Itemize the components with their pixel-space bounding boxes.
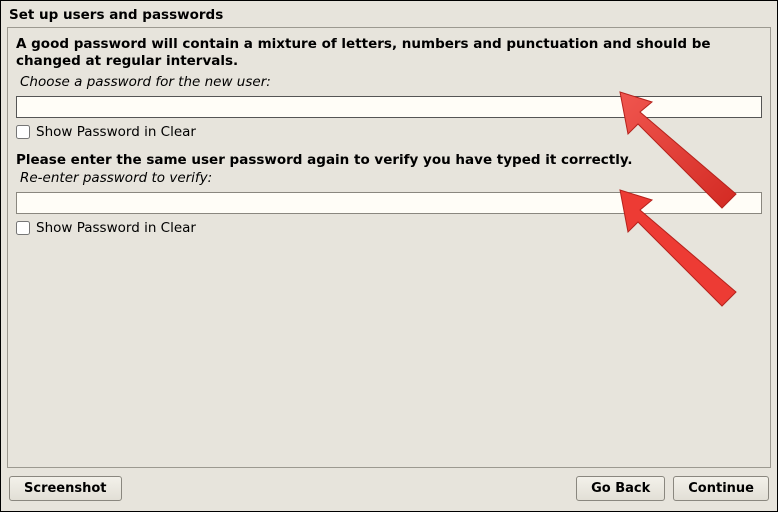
go-back-button[interactable]: Go Back	[576, 476, 665, 501]
show-password-row-2[interactable]: Show Password in Clear	[16, 220, 762, 236]
show-password-checkbox-2[interactable]	[16, 221, 30, 235]
choose-password-prompt: Choose a password for the new user:	[20, 74, 762, 90]
verify-password-text: Please enter the same user password agai…	[16, 152, 762, 168]
password-input[interactable]	[16, 96, 762, 118]
show-password-label-2: Show Password in Clear	[36, 220, 196, 236]
show-password-label-1: Show Password in Clear	[36, 124, 196, 140]
show-password-checkbox-1[interactable]	[16, 125, 30, 139]
show-password-row-1[interactable]: Show Password in Clear	[16, 124, 762, 140]
continue-button[interactable]: Continue	[673, 476, 769, 501]
content-area: A good password will contain a mixture o…	[7, 27, 771, 468]
screenshot-button[interactable]: Screenshot	[9, 476, 122, 501]
footer-buttons: Screenshot Go Back Continue	[1, 468, 777, 511]
page-title: Set up users and passwords	[1, 1, 777, 27]
installer-window: Set up users and passwords A good passwo…	[0, 0, 778, 512]
password-verify-input[interactable]	[16, 192, 762, 214]
reenter-password-prompt: Re-enter password to verify:	[20, 170, 762, 186]
password-guidance-text: A good password will contain a mixture o…	[16, 36, 762, 70]
